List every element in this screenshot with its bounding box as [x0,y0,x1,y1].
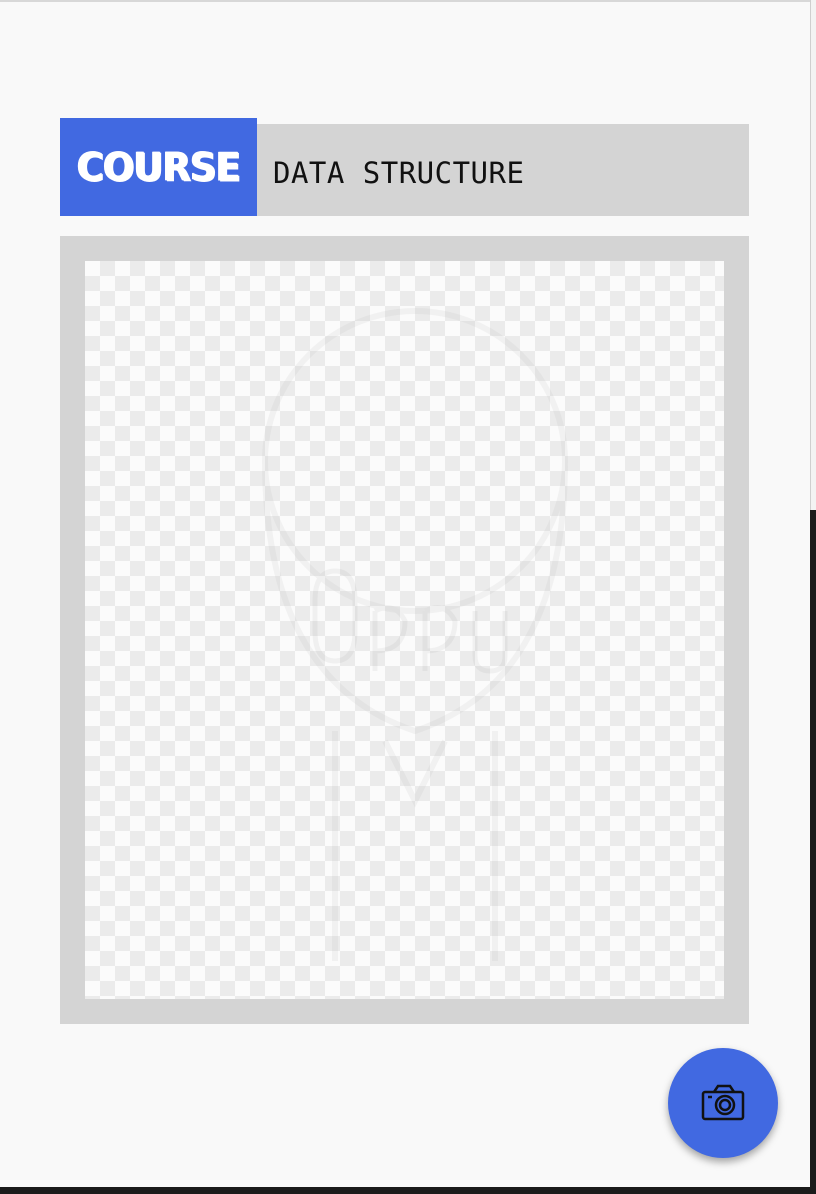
course-badge-label: COURSE [76,144,241,190]
photo-frame [60,236,749,1024]
screen: COURSE DATA STRUCTURE [0,0,810,1187]
course-badge: COURSE [60,118,257,216]
camera-button[interactable] [668,1048,778,1158]
camera-icon [701,1084,745,1121]
course-name: DATA STRUCTURE [273,156,525,190]
placeholder-image-icon [262,308,568,961]
photo-placeholder[interactable] [85,261,724,999]
course-header: COURSE DATA STRUCTURE [60,118,749,216]
window-edge [810,0,816,510]
